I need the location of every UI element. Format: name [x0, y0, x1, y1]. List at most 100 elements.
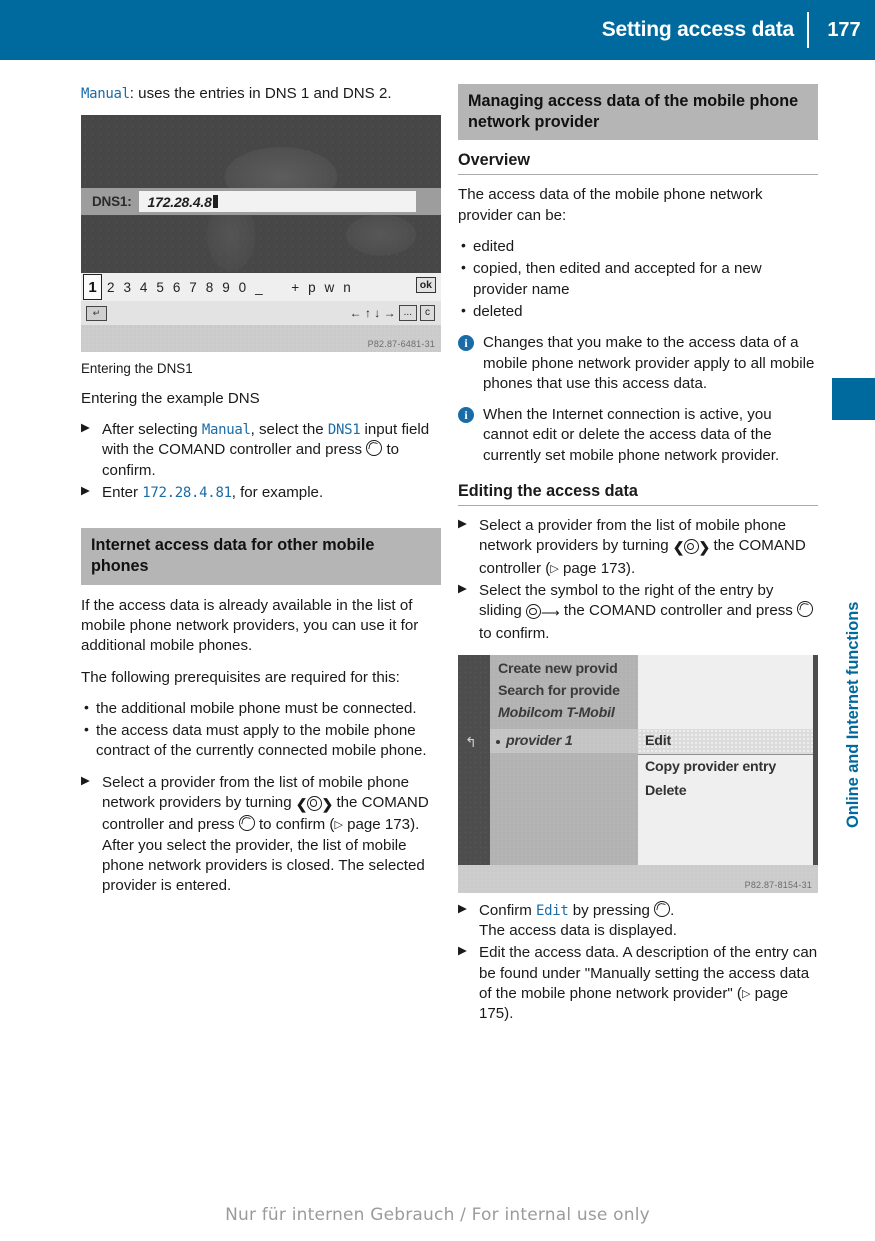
arrow-keys-icon[interactable]: ← ↑ ↓ →: [350, 306, 396, 320]
screen-left-strip: [458, 654, 490, 865]
figure2-image-code: P82.87-8154-31: [744, 879, 812, 890]
comand-screen-provider-menu: ↰ Create new provid Search for provide M…: [458, 654, 818, 893]
controller-press-icon: [654, 900, 671, 917]
page-title: Setting access data: [601, 18, 794, 41]
back-icon[interactable]: ↵: [86, 305, 107, 321]
step-post: to confirm (: [254, 816, 335, 834]
ellipsis-button[interactable]: ...: [398, 305, 417, 322]
step2-mid: the COMAND controller and press: [559, 602, 798, 620]
dns1-input-field[interactable]: 172.28.4.8: [138, 191, 416, 213]
subheading-overview: Overview: [458, 151, 818, 176]
key-1-selected[interactable]: 1: [83, 274, 102, 301]
keypad-digits[interactable]: 2 3 4 5 6 7 8 9 0 _: [102, 280, 265, 295]
controller-press-icon: [238, 815, 255, 832]
step-after-selecting-manual: After selecting Manual, select the DNS1 …: [81, 420, 441, 481]
heading-entering-example: Entering the example DNS: [81, 389, 260, 407]
list-item: edited: [458, 236, 818, 257]
list-item: copied, then edited and accepted for a n…: [458, 258, 818, 300]
step-ref: page 173).: [342, 816, 420, 834]
info-icon: i: [458, 407, 474, 424]
list-item[interactable]: Mobilcom T-Mobil: [498, 705, 615, 721]
dns1-label: DNS1:: [92, 194, 132, 210]
keypad-symbols[interactable]: + p w n: [291, 280, 353, 295]
paragraph-prerequisites: The following prerequisites are required…: [81, 668, 400, 686]
ok-button[interactable]: ok: [415, 277, 436, 294]
back-icon[interactable]: ↰: [465, 734, 477, 751]
step1-pre: After selecting: [102, 421, 202, 439]
right-column: Managing access data of the mobile phone…: [458, 84, 818, 1036]
step-enter-ip: Enter 172.28.4.81, for example.: [81, 483, 441, 503]
list-item: the access data must apply to the mobile…: [81, 720, 441, 762]
menu-item-edit[interactable]: Edit: [645, 733, 671, 749]
controller-press-icon: [797, 601, 814, 618]
menu-item-copy-provider-entry[interactable]: Copy provider entry: [645, 759, 776, 775]
step1-ref: page 173).: [558, 559, 636, 577]
step2-post: to confirm.: [479, 624, 550, 642]
steps-select-provider-left: Select a provider from the list of mobil…: [81, 773, 441, 897]
list-item: deleted: [458, 301, 818, 322]
step1-mid: , select the: [250, 421, 328, 439]
step-confirm-edit: Confirm Edit by pressing . The access dat…: [458, 900, 818, 942]
manual-code: Manual: [81, 86, 130, 102]
steps-entering-dns: After selecting Manual, select the DNS1 …: [81, 420, 441, 503]
chapter-marker-block: [832, 378, 875, 420]
step1-code-dns1: DNS1: [327, 422, 361, 439]
list-item[interactable]: Search for provide: [498, 683, 620, 699]
confirm-pre: Confirm: [479, 901, 537, 919]
menu-item-delete[interactable]: Delete: [645, 783, 687, 799]
paragraph-access-data-available: If the access data is already available …: [81, 596, 419, 655]
info-note-text: Changes that you make to the access data…: [483, 334, 815, 392]
step-follow: After you select the provider, the list …: [102, 836, 425, 895]
paragraph-overview-intro: The access data of the mobile phone netw…: [458, 186, 763, 224]
screen-right-strip: [813, 654, 818, 865]
confirm-follow: The access data is displayed.: [479, 922, 678, 940]
manual-definition-text: : uses the entries in DNS 1 and DNS 2.: [129, 85, 392, 102]
step2-post: , for example.: [231, 483, 324, 501]
overview-bullets: edited copied, then edited and accepted …: [458, 236, 818, 322]
info-note-text: When the Internet connection is active, …: [483, 406, 780, 464]
info-note-changes: i Changes that you make to the access da…: [458, 333, 818, 394]
list-item[interactable]: provider 1: [506, 733, 573, 749]
steps-editing-access-data: Select a provider from the list of mobil…: [458, 516, 818, 644]
dns1-field-row: DNS1: 172.28.4.8: [81, 188, 441, 216]
keypad-row: 1 2 3 4 5 6 7 8 9 0 _ + p w n ok: [81, 273, 441, 302]
confirm-post: .: [670, 901, 675, 919]
page-header-bar: Setting access data 177: [0, 0, 875, 60]
chapter-side-tab: Online and Internet functions: [832, 378, 875, 828]
subheading-editing-access-data: Editing the access data: [458, 482, 818, 507]
page-ref-icon: ▷: [334, 819, 343, 832]
step2-code-ip: 172.28.4.81: [142, 484, 232, 501]
step2-pre: Enter: [102, 483, 143, 501]
confirm-code-edit: Edit: [536, 902, 569, 919]
keypad-toolbar: ↵ ← ↑ ↓ → ... c: [81, 301, 441, 326]
nav-icon-group: ← ↑ ↓ → ... c: [350, 305, 435, 322]
clear-button[interactable]: c: [420, 305, 435, 322]
chapter-tab-label: Online and Internet functions: [844, 601, 862, 828]
step1-code-manual: Manual: [201, 422, 251, 439]
section-heading-managing-access-data: Managing access data of the mobile phone…: [458, 84, 818, 141]
list-item[interactable]: Create new provid: [498, 661, 618, 677]
step-select-provider-right: Select a provider from the list of mobil…: [458, 516, 818, 579]
figure1-caption: Entering the DNS1: [81, 361, 193, 377]
selected-bullet-icon: [496, 739, 500, 744]
controller-turn-icon: ❮ ❯: [295, 796, 333, 813]
figure-dns-entry: DNS1: 172.28.4.8 1 2 3 4 5 6 7 8 9 0 _ +…: [81, 115, 441, 353]
comand-screen-dns: DNS1: 172.28.4.8 1 2 3 4 5 6 7 8 9 0 _ +…: [81, 115, 441, 353]
step-select-provider: Select a provider from the list of mobil…: [81, 773, 441, 897]
manual-definition: Manual: uses the entries in DNS 1 and DN…: [81, 84, 441, 104]
prerequisites-list: the additional mobile phone must be conn…: [81, 698, 441, 762]
step-edit-access-data: Edit the access data. A description of t…: [458, 943, 818, 1024]
confirm-mid: by pressing: [568, 901, 655, 919]
dns1-value: 172.28.4.8: [147, 193, 212, 210]
page-number: 177: [827, 18, 861, 41]
steps-final: Confirm Edit by pressing . The access dat…: [458, 900, 818, 1025]
step-select-symbol: Select the symbol to the right of the en…: [458, 581, 818, 644]
figure1-image-code: P82.87-6481-31: [367, 339, 435, 350]
info-icon: i: [458, 335, 474, 352]
page-ref-icon: ▷: [550, 562, 559, 575]
page-footer-watermark: Nur für internen Gebrauch / For internal…: [225, 1205, 650, 1225]
controller-press-icon: [366, 440, 383, 457]
controller-turn-icon: ❮ ❯: [672, 539, 710, 556]
text-caret: [212, 195, 218, 209]
controller-slide-icon: ⟶: [525, 603, 560, 623]
